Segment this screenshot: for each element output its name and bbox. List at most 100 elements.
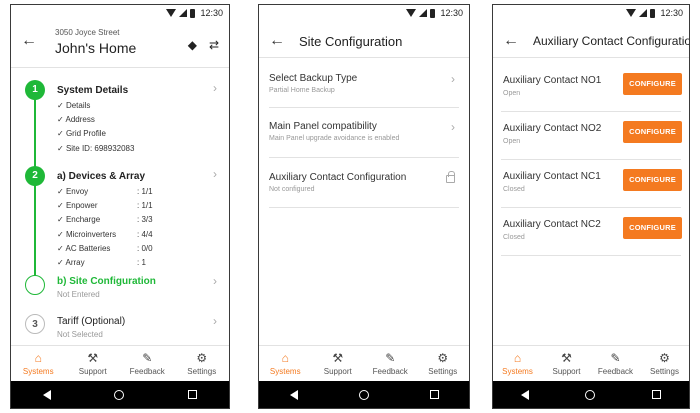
step-tariff[interactable]: 3 Tariff (Optional) Not Selected › — [11, 311, 229, 345]
step-title: b) Site Configuration — [57, 276, 156, 287]
battery-icon — [190, 8, 196, 18]
contact-state: Closed — [503, 234, 525, 241]
configure-button[interactable]: CONFIGURE — [623, 217, 682, 239]
page-title: John's Home — [55, 40, 137, 56]
nav-feedback[interactable]: ✎ Feedback — [591, 346, 640, 381]
step-devices-array[interactable]: 2 a) Devices & Array › ✓ Envoy: 1/1 ✓ En… — [11, 163, 229, 273]
gear-icon: ⚙ — [196, 351, 208, 365]
contact-row-nc2: Auxiliary Contact NC2 Closed CONFIGURE — [493, 207, 689, 255]
gear-icon: ⚙ — [437, 351, 449, 365]
system-home-icon[interactable] — [585, 389, 596, 400]
divider — [493, 57, 689, 58]
nav-support[interactable]: ⚒ Support — [66, 346, 121, 381]
nav-settings[interactable]: ⚙ Settings — [417, 346, 470, 381]
contact-row-nc1: Auxiliary Contact NC1 Closed CONFIGURE — [493, 159, 689, 207]
divider — [11, 67, 229, 68]
contact-state: Closed — [503, 186, 525, 193]
system-back-icon[interactable] — [521, 389, 530, 400]
chevron-right-icon: › — [451, 72, 455, 86]
step-number: 3 — [25, 314, 45, 334]
nav-feedback[interactable]: ✎ Feedback — [120, 346, 175, 381]
row-subtitle: Partial Home Backup — [269, 87, 335, 94]
system-back-icon[interactable] — [42, 389, 51, 400]
status-bar: 12:30 — [11, 5, 229, 21]
contact-name: Auxiliary Contact NC1 — [503, 171, 601, 182]
device-item: ✓ Microinverters: 4/4 — [57, 229, 153, 239]
nav-support[interactable]: ⚒ Support — [542, 346, 591, 381]
bottom-nav: ⌂ Systems ⚒ Support ✎ Feedback ⚙ Settings — [493, 345, 689, 381]
system-recents-icon[interactable] — [188, 390, 198, 399]
battery-icon — [430, 8, 436, 18]
wifi-icon — [166, 9, 177, 17]
system-recents-icon[interactable] — [429, 390, 439, 399]
wifi-icon — [626, 9, 637, 17]
status-time: 12:30 — [440, 8, 463, 18]
configure-button[interactable]: CONFIGURE — [623, 73, 682, 95]
status-bar: 12:30 — [259, 5, 469, 21]
directions-icon[interactable]: ◆ — [188, 38, 197, 52]
step-site-configuration[interactable]: b) Site Configuration Not Entered › — [11, 273, 229, 305]
system-recents-icon[interactable] — [651, 390, 661, 399]
page-title: Auxiliary Contact Configuration — [533, 34, 690, 48]
battery-icon — [650, 8, 656, 18]
chevron-right-icon: › — [213, 167, 217, 181]
wrench-icon: ⚒ — [332, 351, 344, 365]
divider — [269, 207, 459, 208]
feedback-icon: ✎ — [385, 351, 396, 365]
page-title: Site Configuration — [299, 34, 403, 49]
row-title: Main Panel compatibility — [269, 121, 377, 132]
android-nav-bar — [259, 381, 469, 408]
check-item: ✓ Details — [57, 101, 91, 110]
device-item: ✓ Envoy: 1/1 — [57, 187, 153, 196]
select-backup-type-row[interactable]: Select Backup Type Partial Home Backup › — [259, 57, 469, 107]
chevron-right-icon: › — [451, 120, 455, 134]
back-arrow-icon[interactable]: ← — [21, 33, 37, 49]
nav-systems[interactable]: ⌂ Systems — [11, 346, 66, 381]
device-item: ✓ AC Batteries: 0/0 — [57, 243, 153, 253]
signal-icon — [419, 9, 428, 17]
nav-support[interactable]: ⚒ Support — [312, 346, 365, 381]
nav-settings[interactable]: ⚙ Settings — [640, 346, 689, 381]
gear-icon: ⚙ — [659, 351, 670, 365]
step-title: System Details — [57, 85, 129, 96]
nav-systems[interactable]: ⌂ Systems — [493, 346, 542, 381]
signal-icon — [639, 9, 648, 17]
main-panel-compatibility-row[interactable]: Main Panel compatibility Main Panel upgr… — [259, 107, 469, 157]
nav-systems[interactable]: ⌂ Systems — [259, 346, 312, 381]
feedback-icon: ✎ — [142, 351, 153, 365]
back-arrow-icon[interactable]: ← — [503, 33, 519, 49]
system-home-icon[interactable] — [358, 389, 369, 400]
system-back-icon[interactable] — [289, 389, 298, 400]
step-title: a) Devices & Array — [57, 171, 146, 182]
device-item: ✓ Enpower: 1/1 — [57, 201, 153, 211]
app-bar: ← Auxiliary Contact Configuration — [493, 21, 689, 67]
system-home-icon[interactable] — [114, 389, 125, 400]
step-system-details[interactable]: 1 System Details › ✓ Details ✓ Address ✓… — [11, 77, 229, 167]
app-bar: ← 3050 Joyce Street John's Home ◆ ⇄ — [11, 21, 229, 67]
configure-button[interactable]: CONFIGURE — [623, 169, 682, 191]
chevron-right-icon: › — [213, 274, 217, 288]
contact-name: Auxiliary Contact NO1 — [503, 75, 602, 86]
sync-icon[interactable]: ⇄ — [209, 38, 219, 52]
nav-settings[interactable]: ⚙ Settings — [175, 346, 230, 381]
step-number: 2 — [25, 166, 45, 186]
auxiliary-contact-configuration-row[interactable]: Auxiliary Contact Configuration Not conf… — [259, 157, 469, 207]
nav-feedback[interactable]: ✎ Feedback — [364, 346, 417, 381]
contact-row-no1: Auxiliary Contact NO1 Open CONFIGURE — [493, 63, 689, 111]
home-icon: ⌂ — [513, 351, 522, 365]
bottom-nav: ⌂ Systems ⚒ Support ✎ Feedback ⚙ Settings — [11, 345, 229, 381]
contact-name: Auxiliary Contact NO2 — [503, 123, 602, 134]
divider — [501, 255, 681, 256]
home-icon: ⌂ — [34, 351, 42, 365]
step-status: Not Entered — [57, 290, 100, 299]
check-item: ✓ Address — [57, 115, 95, 125]
row-title: Auxiliary Contact Configuration — [269, 172, 407, 183]
step-indicator — [25, 275, 45, 295]
signal-icon — [179, 9, 188, 17]
contact-name: Auxiliary Contact NC2 — [503, 219, 601, 230]
feedback-icon: ✎ — [610, 351, 621, 365]
back-arrow-icon[interactable]: ← — [269, 33, 285, 49]
configure-button[interactable]: CONFIGURE — [623, 121, 682, 143]
step-status: Not Selected — [57, 330, 103, 339]
site-configuration-screen: 12:30 ← Site Configuration Select Backup… — [258, 4, 470, 409]
